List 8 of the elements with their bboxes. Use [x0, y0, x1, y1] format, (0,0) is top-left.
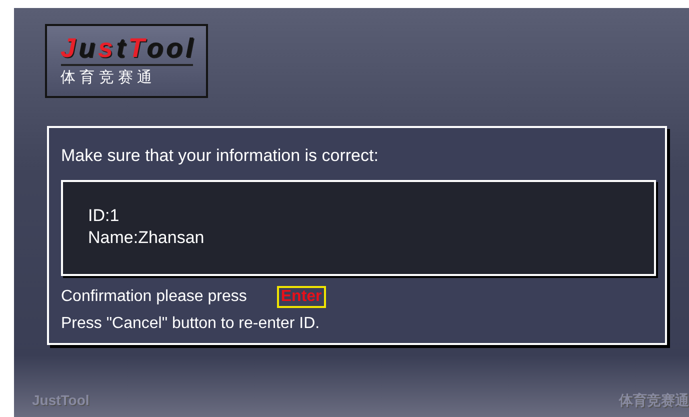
prompt-text: Make sure that your information is correct: — [61, 146, 380, 166]
info-line: Name:Zhansan — [88, 227, 206, 249]
enter-key: Enter — [276, 286, 326, 308]
confirm-instruction: Confirmation please press — [61, 287, 247, 307]
logo-subtitle: 体 育 竞 赛 通 — [60, 68, 154, 88]
logo-wordmark: JustTool — [60, 32, 192, 66]
info-line: ID:1 — [88, 205, 120, 227]
cancel-instruction: Press "Cancel" button to re-enter ID. — [61, 314, 321, 334]
